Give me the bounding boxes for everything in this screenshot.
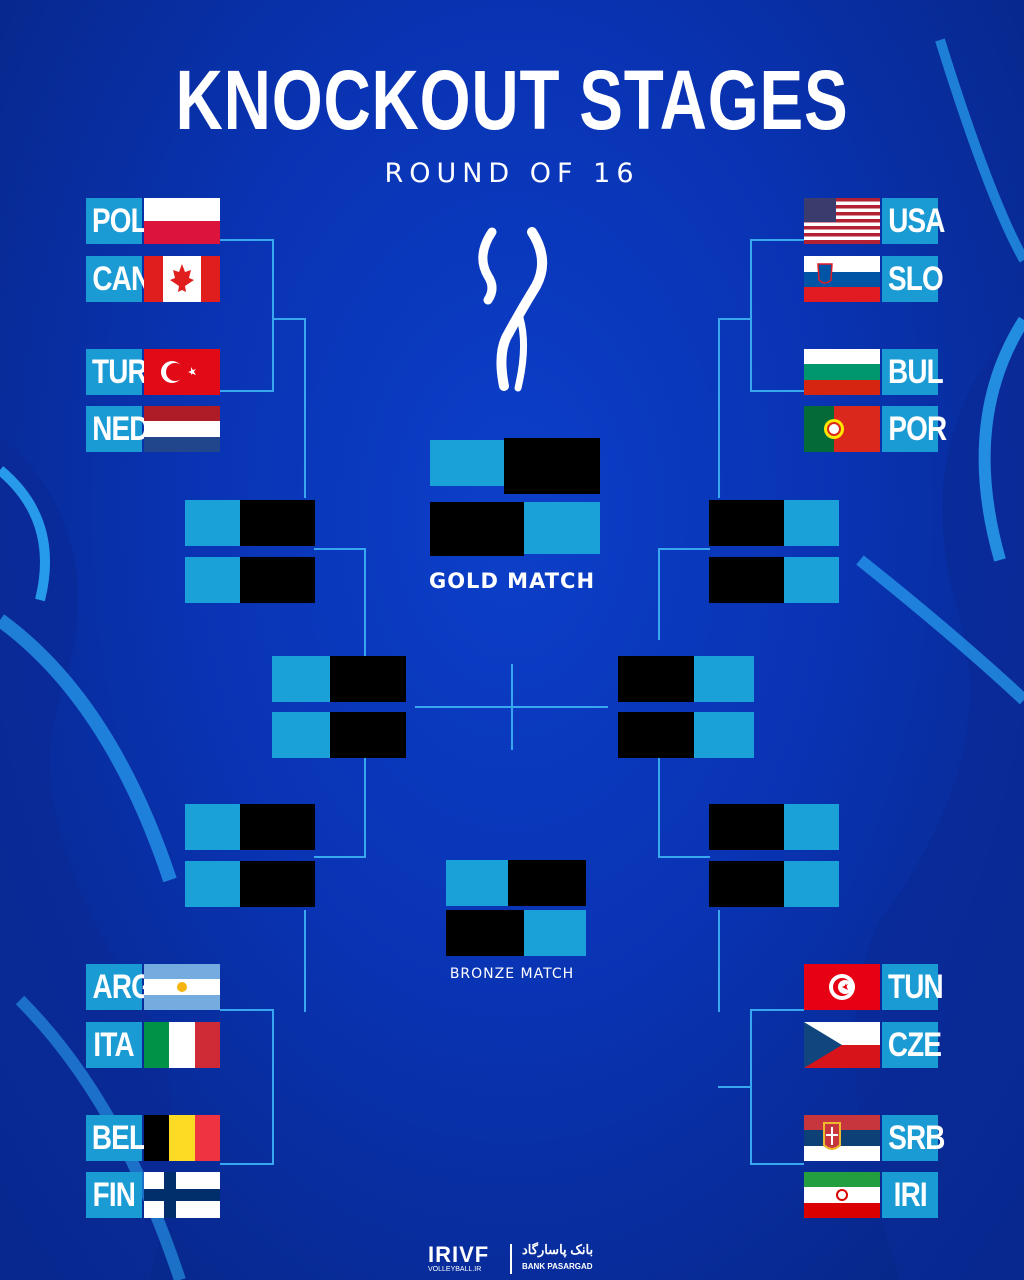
qf-slot-l1 — [185, 500, 315, 546]
team-code: ITA — [86, 1022, 142, 1068]
sf-slot-r2 — [618, 712, 754, 758]
bronze-slot-1 — [446, 860, 586, 906]
iran-flag-icon — [804, 1172, 880, 1218]
netherlands-flag-icon — [144, 406, 220, 452]
team-tun[interactable]: TUN — [804, 964, 944, 1010]
team-por[interactable]: POR — [804, 406, 947, 452]
canada-flag-icon — [144, 256, 220, 302]
team-code: SLO — [882, 256, 944, 302]
team-code: CAN — [86, 256, 151, 302]
sf-slot-l1 — [272, 656, 406, 702]
team-iri[interactable]: IRI — [804, 1172, 938, 1218]
qf-slot-l3 — [185, 804, 315, 850]
irvf-logo: IRIVF — [428, 1242, 490, 1267]
gold-slot-1 — [430, 438, 600, 494]
sf-slot-l2 — [272, 712, 406, 758]
turkey-flag-icon — [144, 349, 220, 395]
italy-flag-icon — [144, 1022, 220, 1068]
qf-slot-r2 — [709, 557, 839, 603]
bulgaria-flag-icon — [804, 349, 880, 395]
background-art — [0, 38, 1024, 1280]
team-pol[interactable]: POL — [86, 198, 220, 244]
team-bul[interactable]: BUL — [804, 349, 944, 395]
team-code: CZE — [882, 1022, 942, 1068]
team-code: ARG — [86, 964, 153, 1010]
team-code: BEL — [86, 1115, 146, 1161]
team-code: FIN — [86, 1172, 142, 1218]
gold-slot-2 — [430, 502, 600, 556]
slovenia-flag-icon — [804, 256, 880, 302]
gold-match-label: GOLD MATCH — [428, 569, 596, 593]
bronze-slot-2 — [446, 910, 586, 956]
page-subtitle: ROUND OF 16 — [384, 158, 640, 189]
team-code: POL — [86, 198, 148, 244]
team-bel[interactable]: BEL — [86, 1115, 220, 1161]
sf-slot-r1 — [618, 656, 754, 702]
team-can[interactable]: CAN — [86, 256, 220, 302]
team-code: IRI — [882, 1172, 938, 1218]
qf-slot-r4 — [709, 861, 839, 907]
belgium-flag-icon — [144, 1115, 220, 1161]
team-code: TUN — [882, 964, 944, 1010]
serbia-flag-icon — [804, 1115, 880, 1161]
finland-flag-icon — [144, 1172, 220, 1218]
qf-slot-r1 — [709, 500, 839, 546]
team-cze[interactable]: CZE — [804, 1022, 942, 1068]
bronze-match-label: BRONZE MATCH — [449, 966, 575, 982]
team-code: BUL — [882, 349, 944, 395]
team-code: NED — [86, 406, 149, 452]
poland-flag-icon — [144, 198, 220, 244]
footer-divider — [510, 1244, 512, 1274]
bank-pasargad-logo-sub: BANK PASARGAD — [522, 1262, 593, 1271]
qf-slot-l4 — [185, 861, 315, 907]
team-arg[interactable]: ARG — [86, 964, 220, 1010]
irvf-logo-sub: VOLLEYBALL.IR — [428, 1266, 482, 1273]
page-title: KNOCKOUT STAGES — [175, 53, 849, 147]
team-code: SRB — [882, 1115, 945, 1161]
team-code: USA — [882, 198, 945, 244]
team-tur[interactable]: TUR — [86, 349, 220, 395]
qf-slot-l2 — [185, 557, 315, 603]
team-slo[interactable]: SLO — [804, 256, 944, 302]
portugal-flag-icon — [804, 406, 880, 452]
trophy-logo-icon — [478, 227, 547, 392]
qf-slot-r3 — [709, 804, 839, 850]
team-usa[interactable]: USA — [804, 198, 945, 244]
usa-flag-icon — [804, 198, 880, 244]
czechia-flag-icon — [804, 1022, 880, 1068]
bank-pasargad-logo: بانک پاسارگاد — [522, 1242, 594, 1257]
argentina-flag-icon — [144, 964, 220, 1010]
tunisia-flag-icon — [804, 964, 880, 1010]
team-ned[interactable]: NED — [86, 406, 220, 452]
team-ita[interactable]: ITA — [86, 1022, 220, 1068]
team-fin[interactable]: FIN — [86, 1172, 220, 1218]
team-code: POR — [882, 406, 947, 452]
team-srb[interactable]: SRB — [804, 1115, 945, 1161]
team-code: TUR — [86, 349, 148, 395]
